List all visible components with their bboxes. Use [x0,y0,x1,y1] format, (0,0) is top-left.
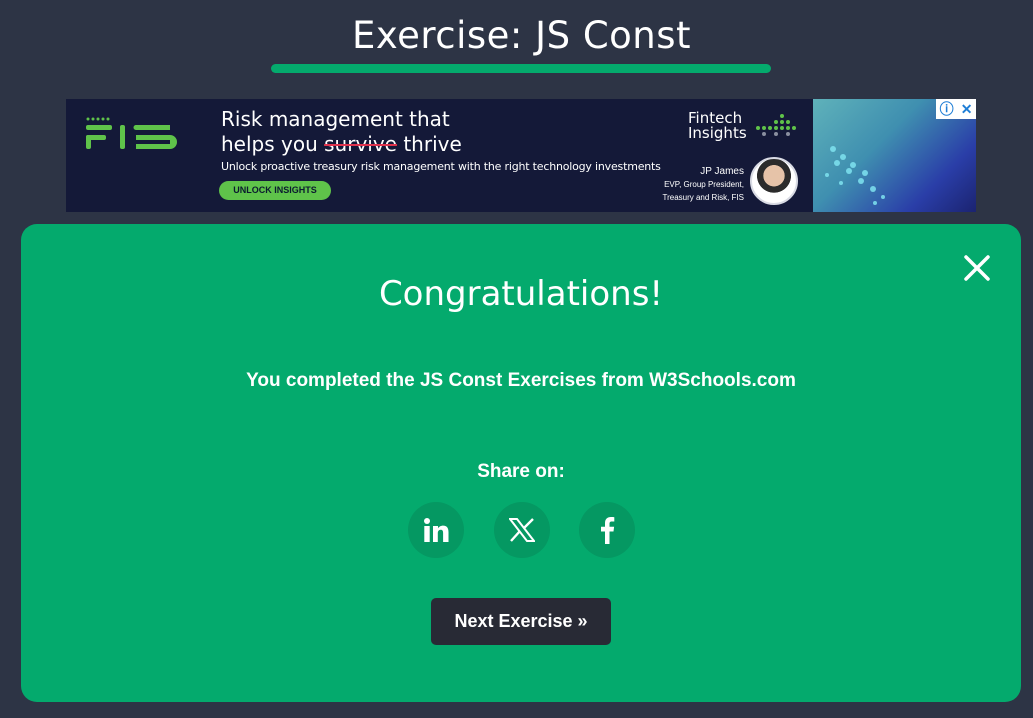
ad-fintech-brand: Fintech Insights [688,109,747,142]
linkedin-icon [424,518,449,542]
facebook-icon [601,517,615,544]
share-buttons [408,502,635,558]
share-linkedin-button[interactable] [408,502,464,558]
title-underline [271,64,771,73]
ad-headline-struck: survive [324,132,397,156]
dot-grid-icon [756,114,796,136]
next-exercise-button[interactable]: Next Exercise » [431,598,611,645]
ad-headline: Risk management that helps you survive t… [221,107,462,156]
completion-message: You completed the JS Const Exercises fro… [246,370,796,391]
share-label: Share on: [477,461,565,482]
x-icon [508,518,535,542]
ad-banner[interactable]: Risk management that helps you survive t… [66,99,976,212]
ad-avatar [750,157,798,205]
congrats-heading: Congratulations! [378,274,664,314]
ad-person-info: JP James EVP, Group President, Treasury … [662,166,744,202]
ad-visual: ⓘ ✕ [813,99,976,212]
ad-subtext: Unlock proactive treasury risk managemen… [221,160,661,173]
congrats-modal: Congratulations! You completed the JS Co… [21,224,1021,702]
ad-cta-button[interactable]: UNLOCK INSIGHTS [219,181,331,200]
fis-logo [86,117,177,149]
share-facebook-button[interactable] [579,502,635,558]
page-title: Exercise: JS Const [351,14,692,57]
share-x-button[interactable] [493,502,550,558]
info-icon[interactable]: ⓘ [940,102,954,116]
ad-choices[interactable]: ⓘ ✕ [936,99,976,119]
ad-close-icon[interactable]: ✕ [961,102,973,116]
